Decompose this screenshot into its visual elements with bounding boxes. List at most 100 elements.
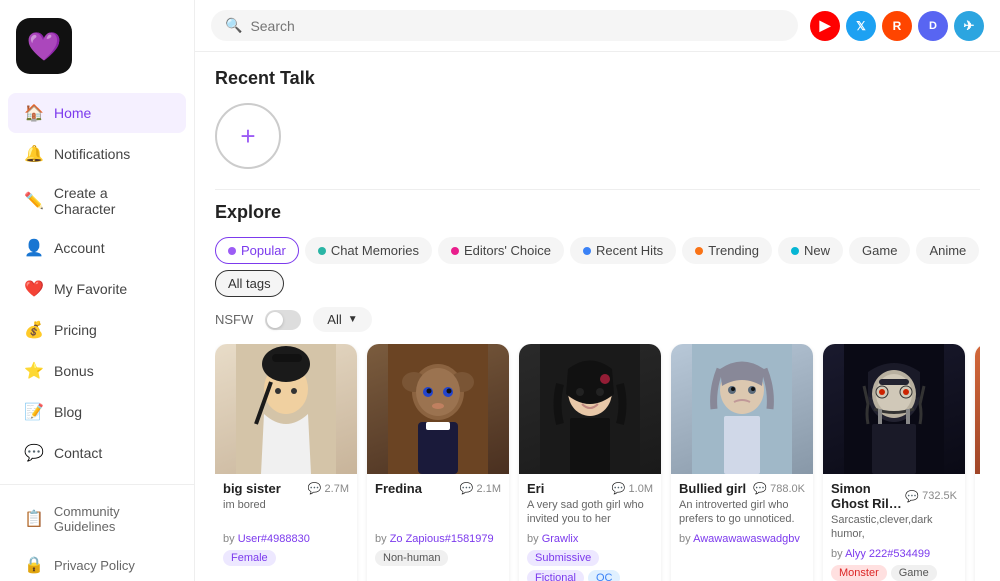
tab-chat-memories-label: Chat Memories bbox=[331, 243, 419, 258]
telegram-icon[interactable]: ✈ bbox=[954, 11, 984, 41]
chevron-down-icon: ▼ bbox=[348, 314, 358, 325]
chat-count-icon: 💬 bbox=[905, 490, 919, 503]
card-author: by Zo Zapious#1581979 bbox=[375, 533, 501, 545]
sidebar-item-my-favorite[interactable]: ❤️ My Favorite bbox=[8, 269, 186, 309]
sidebar-item-notifications[interactable]: 🔔 Notifications bbox=[8, 134, 186, 174]
card-name: Bullied girl bbox=[679, 481, 746, 496]
character-card-bullied-girl[interactable]: Bullied girl 💬 788.0K An introverted gir… bbox=[671, 344, 813, 581]
chat-count-icon: 💬 bbox=[753, 482, 767, 495]
sidebar-item-label: Pricing bbox=[54, 322, 97, 338]
sidebar-item-label: Privacy Policy bbox=[54, 558, 135, 573]
sidebar-item-label: Community Guidelines bbox=[54, 504, 170, 534]
card-image bbox=[823, 344, 965, 474]
pricing-icon: 💰 bbox=[24, 320, 44, 340]
character-card-eri[interactable]: Eri 💬 1.0M A very sad goth girl who invi… bbox=[519, 344, 661, 581]
discord-icon[interactable]: D bbox=[918, 11, 948, 41]
card-count: 💬 2.1M bbox=[460, 482, 501, 495]
twitter-icon[interactable]: 𝕏 bbox=[846, 11, 876, 41]
sidebar: 💜 🏠 Home 🔔 Notifications ✏️ Create a Cha… bbox=[0, 0, 195, 581]
tab-game[interactable]: Game bbox=[849, 237, 910, 264]
add-recent-talk-button[interactable]: + bbox=[215, 103, 281, 169]
sidebar-item-label: Blog bbox=[54, 404, 82, 420]
search-box[interactable]: 🔍 bbox=[211, 10, 798, 41]
sidebar-item-bonus[interactable]: ⭐ Bonus bbox=[8, 351, 186, 391]
nsfw-label: NSFW bbox=[215, 312, 253, 327]
tab-all-tags-label: All tags bbox=[228, 276, 271, 291]
card-author: by Grawlix bbox=[527, 533, 653, 545]
character-card-simon-ghost[interactable]: Simon Ghost Ril… 💬 732.5K Sarcastic,clev… bbox=[823, 344, 965, 581]
all-filter-dropdown[interactable]: All ▼ bbox=[313, 307, 371, 332]
plus-icon: + bbox=[240, 121, 255, 152]
tag: OC bbox=[588, 570, 621, 581]
card-tags: Monster Game Male bbox=[831, 565, 957, 581]
tab-anime-label: Anime bbox=[929, 243, 966, 258]
character-card-big-sister[interactable]: big sister 💬 2.7M im bored by User#49888… bbox=[215, 344, 357, 581]
filter-tabs: Popular Chat Memories Editors' Choice Re… bbox=[215, 237, 980, 297]
card-name-row: Eri 💬 1.0M bbox=[527, 481, 653, 496]
tab-popular[interactable]: Popular bbox=[215, 237, 299, 264]
card-name: big sister bbox=[223, 481, 281, 496]
new-dot bbox=[791, 247, 799, 255]
card-name-row: Fredina 💬 2.1M bbox=[375, 481, 501, 496]
sidebar-logo-area: 💜 bbox=[0, 0, 194, 86]
tab-recent-hits[interactable]: Recent Hits bbox=[570, 237, 676, 264]
tab-anime[interactable]: Anime bbox=[916, 237, 979, 264]
sidebar-item-label: Create a Character bbox=[54, 185, 170, 217]
tab-trending[interactable]: Trending bbox=[682, 237, 772, 264]
section-divider bbox=[215, 189, 980, 190]
card-author: by User#4988830 bbox=[223, 533, 349, 545]
youtube-icon[interactable]: ▶ bbox=[810, 11, 840, 41]
nsfw-toggle[interactable] bbox=[265, 310, 301, 330]
topbar: 🔍 ▶ 𝕏 R D ✈ bbox=[195, 0, 1000, 52]
tab-all-tags[interactable]: All tags bbox=[215, 270, 284, 297]
tab-chat-memories[interactable]: Chat Memories bbox=[305, 237, 432, 264]
character-card-fredina[interactable]: Fredina 💬 2.1M by Zo Zapious#1581979 Non… bbox=[367, 344, 509, 581]
trending-dot bbox=[695, 247, 703, 255]
home-icon: 🏠 bbox=[24, 103, 44, 123]
card-body: Eri 💬 1.0M A very sad goth girl who invi… bbox=[519, 474, 661, 581]
tag: Monster bbox=[831, 565, 887, 581]
card-name-row: Bullied girl 💬 788.0K bbox=[679, 481, 805, 496]
character-card-katsuki[interactable]: Katsuki B… 💬 He doesn't girlfriend, se p… bbox=[975, 344, 980, 581]
sidebar-nav: 🏠 Home 🔔 Notifications ✏️ Create a Chara… bbox=[0, 86, 194, 480]
tab-game-label: Game bbox=[862, 243, 897, 258]
explore-section: Explore Popular Chat Memories Editors' C… bbox=[215, 202, 980, 581]
sidebar-item-label: Home bbox=[54, 105, 91, 121]
reddit-icon[interactable]: R bbox=[882, 11, 912, 41]
recent-talk-title: Recent Talk bbox=[215, 68, 980, 89]
sidebar-item-privacy-policy[interactable]: 🔒 Privacy Policy bbox=[8, 545, 186, 581]
card-name: Simon Ghost Ril… bbox=[831, 481, 905, 511]
sidebar-item-account[interactable]: 👤 Account bbox=[8, 228, 186, 268]
search-input[interactable] bbox=[250, 18, 784, 34]
card-tags: Submissive Fictional OC Female bbox=[527, 550, 653, 581]
favorite-icon: ❤️ bbox=[24, 279, 44, 299]
card-body: Simon Ghost Ril… 💬 732.5K Sarcastic,clev… bbox=[823, 474, 965, 581]
card-body: Fredina 💬 2.1M by Zo Zapious#1581979 Non… bbox=[367, 474, 509, 572]
sidebar-footer: 📋 Community Guidelines 🔒 Privacy Policy … bbox=[0, 484, 194, 581]
card-name: Fredina bbox=[375, 481, 422, 496]
tab-recent-hits-label: Recent Hits bbox=[596, 243, 663, 258]
search-icon: 🔍 bbox=[225, 17, 242, 34]
tab-editors-choice[interactable]: Editors' Choice bbox=[438, 237, 564, 264]
create-character-icon: ✏️ bbox=[24, 191, 44, 211]
tab-new[interactable]: New bbox=[778, 237, 843, 264]
card-body: big sister 💬 2.7M im bored by User#49888… bbox=[215, 474, 357, 572]
sidebar-item-community-guidelines[interactable]: 📋 Community Guidelines bbox=[8, 494, 186, 544]
tab-new-label: New bbox=[804, 243, 830, 258]
sidebar-item-home[interactable]: 🏠 Home bbox=[8, 93, 186, 133]
sidebar-item-pricing[interactable]: 💰 Pricing bbox=[8, 310, 186, 350]
chat-memories-dot bbox=[318, 247, 326, 255]
card-desc: im bored bbox=[223, 498, 349, 528]
card-image bbox=[975, 344, 980, 474]
sidebar-item-create-character[interactable]: ✏️ Create a Character bbox=[8, 175, 186, 227]
tag: Submissive bbox=[527, 550, 599, 566]
tab-trending-label: Trending bbox=[708, 243, 759, 258]
main-content: 🔍 ▶ 𝕏 R D ✈ Recent Talk + Explore bbox=[195, 0, 1000, 581]
sidebar-item-blog[interactable]: 📝 Blog bbox=[8, 392, 186, 432]
chat-count-icon: 💬 bbox=[460, 482, 474, 495]
card-desc bbox=[375, 498, 501, 528]
card-desc: Sarcastic,clever,dark humor, strong,gloo… bbox=[831, 513, 957, 543]
sidebar-item-contact[interactable]: 💬 Contact bbox=[8, 433, 186, 473]
card-image bbox=[367, 344, 509, 474]
recent-hits-dot bbox=[583, 247, 591, 255]
